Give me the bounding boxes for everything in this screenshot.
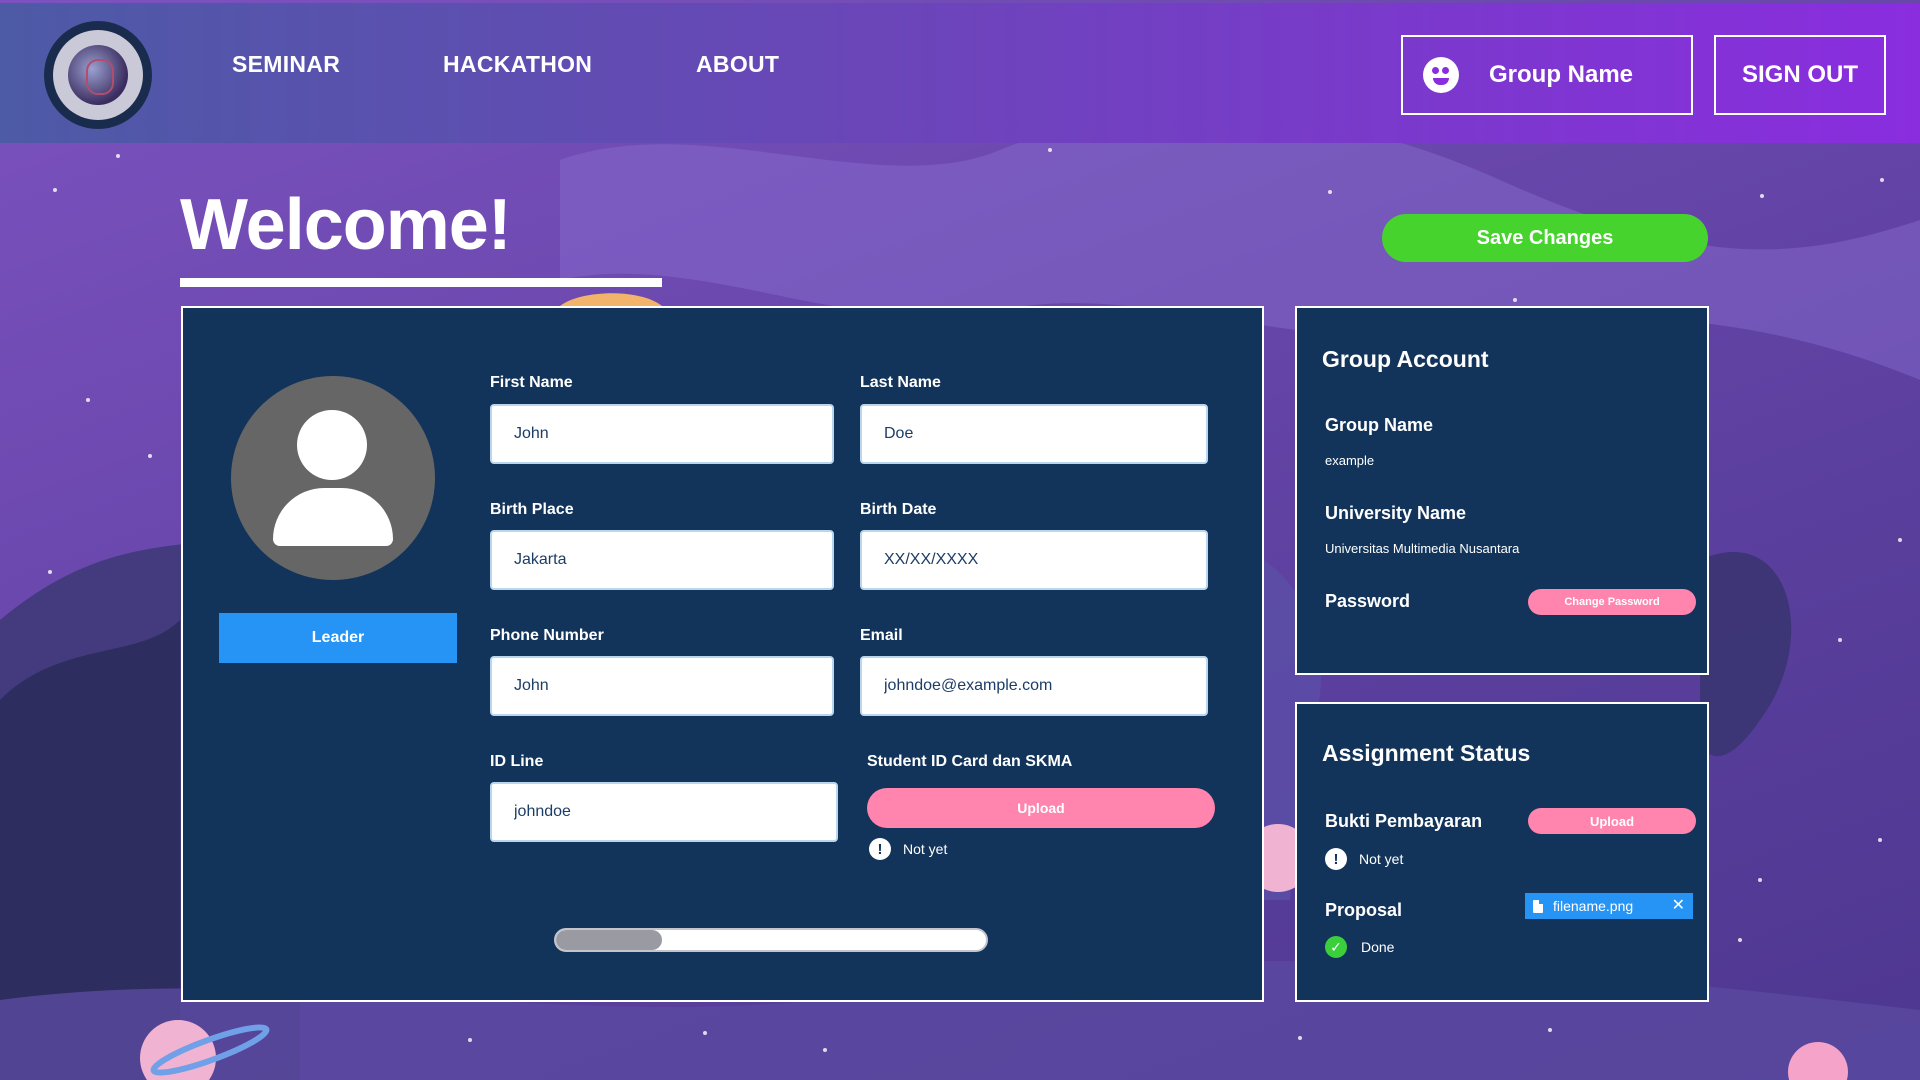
student-id-label: Student ID Card dan SKMA [867,753,1073,770]
first-name-label: First Name [490,374,573,391]
bukti-pembayaran-upload-button[interactable]: Upload [1528,808,1696,834]
exclamation-icon: ! [869,838,891,860]
logo-core [68,45,128,105]
email-label: Email [860,627,903,644]
phone-number-input[interactable] [490,656,834,716]
password-label: Password [1325,591,1411,611]
university-name-value: Universitas Multimedia Nusantara [1325,541,1520,556]
logo-ring [53,30,143,120]
birth-date-input[interactable] [860,530,1208,590]
sign-out-button[interactable]: SIGN OUT [1714,35,1886,115]
horizontal-scrollbar[interactable] [554,928,988,952]
id-line-label: ID Line [490,753,544,770]
file-icon [1533,899,1543,913]
top-navbar: SEMINAR HACKATHON ABOUT Group Name SIGN … [0,3,1920,143]
profile-panel: Leader First Name Last Name Birth Place … [181,306,1264,1002]
assignment-status-panel: Assignment Status Bukti Pembayaran Uploa… [1295,702,1709,1002]
avatar-body [273,488,393,546]
proposal-filename: filename.png [1553,898,1634,914]
group-account-title: Group Account [1322,346,1489,372]
group-name-label: Group Name [1489,61,1634,88]
exclamation-icon: ! [1325,848,1347,870]
leader-role-button[interactable]: Leader [219,613,457,663]
page-title: Welcome! [180,185,512,265]
proposal-status: ✓ Done [1325,936,1394,958]
email-input[interactable] [860,656,1208,716]
first-name-input[interactable] [490,404,834,464]
group-name-value: example [1325,453,1375,468]
assignment-status-title: Assignment Status [1322,740,1531,766]
group-name-field-label: Group Name [1325,415,1434,435]
last-name-label: Last Name [860,374,941,391]
group-name-button[interactable]: Group Name [1401,35,1693,115]
birth-place-input[interactable] [490,530,834,590]
phone-number-label: Phone Number [490,627,604,644]
proposal-file-chip[interactable]: filename.png ✕ [1525,893,1693,919]
bukti-pembayaran-status: ! Not yet [1325,848,1403,870]
proposal-status-text: Done [1361,939,1395,955]
last-name-input[interactable] [860,404,1208,464]
nav-hackathon[interactable]: HACKATHON [443,51,592,78]
birth-place-label: Birth Place [490,501,574,518]
group-account-panel: Group Account Group Name example Univers… [1295,306,1709,675]
save-changes-button[interactable]: Save Changes [1382,214,1708,262]
nav-seminar[interactable]: SEMINAR [232,51,340,78]
bukti-pembayaran-label: Bukti Pembayaran [1325,811,1483,831]
student-id-status-text: Not yet [903,841,948,857]
student-id-upload-button[interactable]: Upload [867,788,1215,828]
title-underline [180,278,662,287]
brain-logo-icon[interactable] [44,21,152,129]
change-password-button[interactable]: Change Password [1528,589,1696,615]
id-line-input[interactable] [490,782,838,842]
nav-about[interactable]: ABOUT [696,51,779,78]
university-name-label: University Name [1325,503,1467,523]
group-face-icon [1423,57,1459,93]
close-icon[interactable]: ✕ [1672,898,1685,914]
student-id-status: ! Not yet [869,838,947,860]
bukti-pembayaran-status-text: Not yet [1359,851,1404,867]
birth-date-label: Birth Date [860,501,937,518]
scrollbar-thumb[interactable] [556,930,662,950]
check-icon: ✓ [1325,936,1347,958]
proposal-label: Proposal [1325,900,1403,920]
avatar-icon[interactable] [231,376,435,580]
avatar-head [297,410,367,480]
